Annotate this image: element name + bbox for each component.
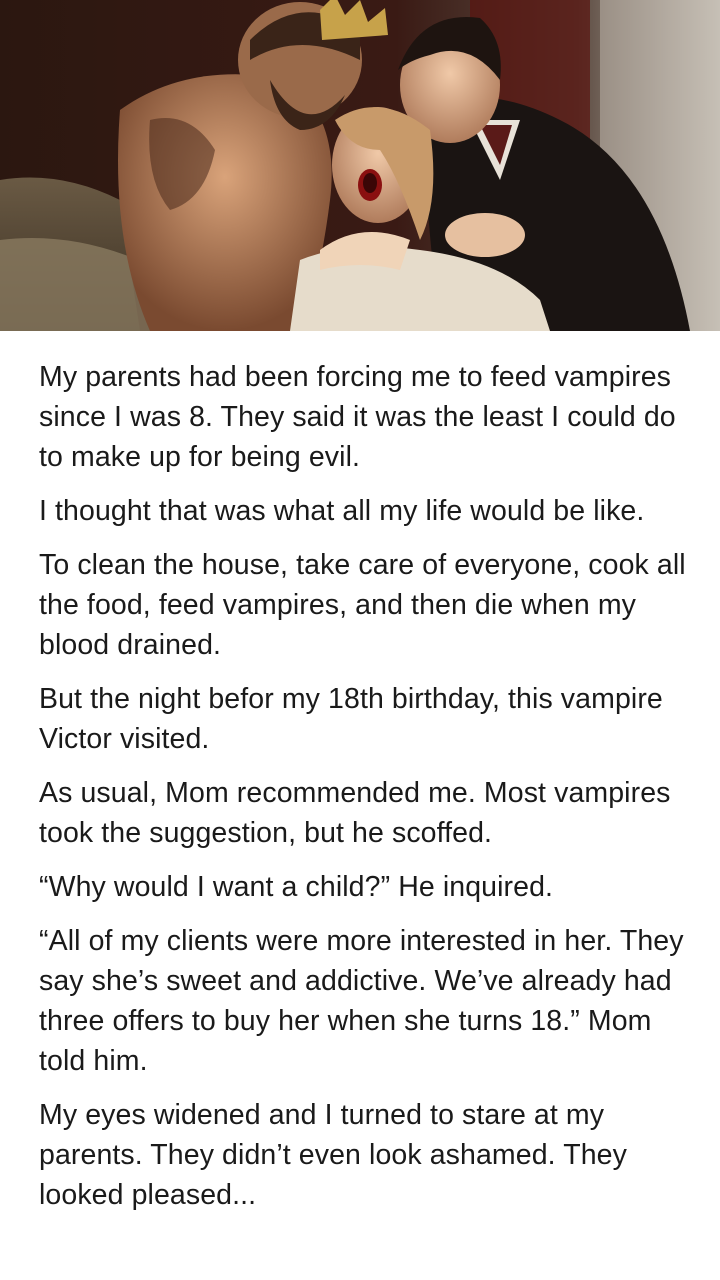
story-paragraph: My eyes widened and I turned to stare at… bbox=[39, 1099, 627, 1211]
story-paragraph: “Why would I want a child?” He inquired. bbox=[39, 871, 554, 903]
story-paragraph: I thought that was what all my life woul… bbox=[39, 495, 645, 527]
story-paragraph: To clean the house, take care of everyon… bbox=[39, 549, 686, 661]
story-paragraph: But the night befor my 18th birthday, th… bbox=[39, 683, 663, 755]
story-paragraph: My parents had been forcing me to feed v… bbox=[39, 361, 676, 473]
hero-image bbox=[0, 0, 720, 331]
story-paragraph: “All of my clients were more interested … bbox=[39, 925, 684, 1077]
story-text: My parents had been forcing me to feed v… bbox=[39, 357, 689, 1229]
hero-illustration bbox=[0, 0, 720, 331]
story-page: My parents had been forcing me to feed v… bbox=[0, 0, 720, 1280]
story-paragraph: As usual, Mom recommended me. Most vampi… bbox=[39, 777, 671, 849]
